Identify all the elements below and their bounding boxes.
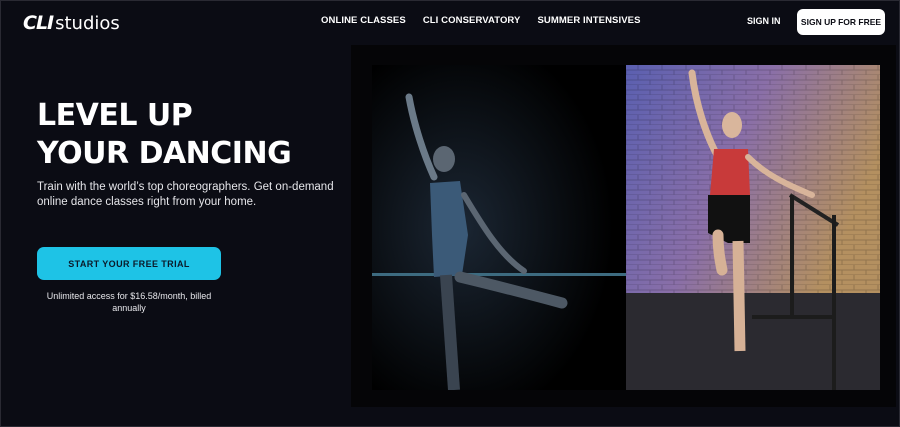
logo-wordmark: studios bbox=[55, 12, 120, 34]
nav-cli-conservatory[interactable]: CLI CONSERVATORY bbox=[423, 15, 521, 26]
logo-mark: CLI bbox=[23, 12, 54, 34]
headline-line-1: LEVEL UP bbox=[37, 98, 193, 133]
site-header: CLI studios ONLINE CLASSES CLI CONSERVAT… bbox=[1, 1, 900, 45]
cli-studios-logo[interactable]: CLI studios bbox=[23, 11, 120, 35]
start-free-trial-button[interactable]: START YOUR FREE TRIAL bbox=[37, 247, 221, 280]
nav-online-classes[interactable]: ONLINE CLASSES bbox=[321, 15, 406, 26]
headline-line-2: YOUR DANCING bbox=[37, 136, 292, 171]
dancer-brick-wall-image bbox=[626, 65, 880, 390]
page: CLI studios ONLINE CLASSES CLI CONSERVAT… bbox=[0, 0, 900, 427]
dancer-at-barre-dark-image bbox=[372, 65, 626, 390]
nav-summer-intensives[interactable]: SUMMER INTENSIVES bbox=[537, 15, 640, 26]
pricing-note: Unlimited access for $16.58/month, bille… bbox=[46, 291, 212, 313]
main-nav: ONLINE CLASSES CLI CONSERVATORY SUMMER I… bbox=[321, 15, 641, 26]
sign-in-link[interactable]: SIGN IN bbox=[747, 16, 781, 26]
hero-subcopy: Train with the world’s top choreographer… bbox=[37, 181, 334, 208]
sign-up-button[interactable]: SIGN UP FOR FREE bbox=[797, 9, 885, 35]
hero-headline: LEVEL UP YOUR DANCING bbox=[37, 97, 292, 173]
